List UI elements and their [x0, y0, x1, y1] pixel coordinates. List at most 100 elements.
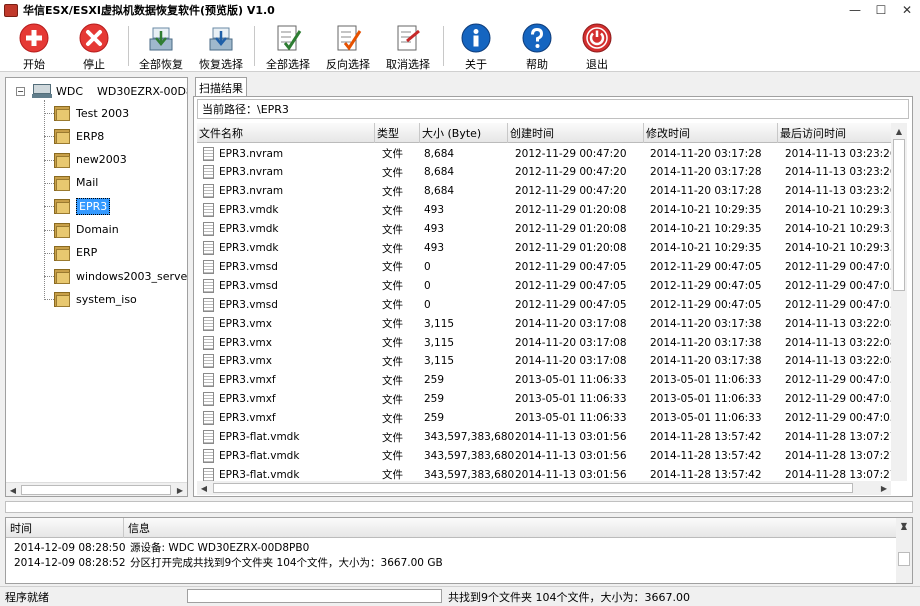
- stop-button[interactable]: 停止: [64, 23, 124, 71]
- hard-disk-icon: [32, 84, 52, 98]
- tree-guide-line: [44, 299, 54, 301]
- file-name-cell: EPR3.vmdk: [197, 239, 375, 258]
- tree-guide-line: [44, 136, 54, 138]
- checklist-icon: [333, 23, 363, 53]
- tree-folder-item[interactable]: system_iso: [54, 289, 137, 309]
- tree-folder-item[interactable]: Domain: [54, 220, 119, 240]
- table-row[interactable]: EPR3.nvram 文件 8,684 2012-11-29 00:47:20 2014…: [197, 182, 891, 201]
- log-time: 2014-12-09 08:28:50: [14, 541, 126, 554]
- collapse-toggle-icon[interactable]: −: [16, 86, 25, 96]
- invert-selection-button[interactable]: 反向选择: [318, 23, 378, 71]
- maximize-button[interactable]: ☐: [868, 0, 894, 20]
- about-button[interactable]: 关于: [446, 23, 506, 71]
- file-created: 2014-11-20 03:17:08: [515, 336, 627, 349]
- column-header-size[interactable]: 大小 (Byte): [420, 123, 508, 143]
- log-column-time[interactable]: 时间: [6, 518, 124, 538]
- scroll-thumb[interactable]: [213, 483, 853, 493]
- file-accessed: 2012-11-29 00:47:05: [785, 298, 891, 311]
- help-button[interactable]: 帮助: [507, 23, 567, 71]
- file-icon: [203, 467, 214, 481]
- tree-folder-label: EPR3: [76, 197, 111, 215]
- log-row[interactable]: 2014-12-09 08:28:52 分区打开完成共找到9个文件夹 104个文件…: [6, 555, 896, 570]
- scroll-right-icon[interactable]: ▶: [877, 481, 891, 495]
- log-row[interactable]: 2014-12-09 08:28:50 源设备: WDC WD30EZRX-00D…: [6, 540, 896, 555]
- tree-folder-item[interactable]: Mail: [54, 173, 98, 193]
- file-list-vertical-scrollbar[interactable]: ▲: [891, 123, 907, 481]
- file-icon: [203, 184, 214, 199]
- stop-label: 停止: [83, 58, 105, 71]
- file-name-cell: EPR3.nvram: [197, 182, 375, 201]
- recover-all-button[interactable]: 全部恢复: [131, 23, 191, 71]
- tree-folder-item[interactable]: new2003: [54, 150, 127, 170]
- minimize-button[interactable]: —: [842, 0, 868, 20]
- file-created: 2014-11-13 03:01:56: [515, 431, 627, 443]
- file-list-horizontal-scrollbar[interactable]: ◀ ▶: [197, 481, 891, 495]
- tree-guide-line: [44, 276, 54, 278]
- table-row[interactable]: EPR3.vmdk 文件 493 2012-11-29 01:20:08 2014-10…: [197, 220, 891, 239]
- close-button[interactable]: ✕: [894, 0, 920, 20]
- file-size: 493: [424, 223, 445, 236]
- scroll-thumb[interactable]: [898, 552, 910, 566]
- tree-folder-item[interactable]: ERP: [54, 243, 97, 263]
- table-row[interactable]: EPR3-flat.vmdk 文件 343,597,383,680 2014-11-1…: [197, 428, 891, 447]
- file-list-grid: 文件名称 类型 大小 (Byte) 创建时间 修改时间 最后访问时间 EPR3.…: [197, 123, 891, 481]
- tab-scan-results[interactable]: 扫描结果: [195, 77, 247, 97]
- tree-folder-label: new2003: [76, 153, 127, 167]
- toolbar-separator: [128, 26, 129, 66]
- tree-folder-item[interactable]: windows2003_server_sp: [54, 266, 187, 286]
- scroll-down-icon[interactable]: ▼: [897, 518, 911, 532]
- table-row[interactable]: EPR3-flat.vmdk 文件 343,597,383,680 2014-11-1…: [197, 446, 891, 465]
- scroll-left-icon[interactable]: ◀: [6, 483, 20, 496]
- column-header-created[interactable]: 创建时间: [508, 123, 644, 143]
- power-icon: [582, 23, 612, 53]
- file-size: 0: [424, 260, 431, 273]
- column-header-accessed[interactable]: 最后访问时间: [778, 123, 891, 143]
- cancel-selection-button[interactable]: 取消选择: [378, 23, 438, 71]
- tree-folder-item[interactable]: EPR3: [54, 196, 111, 216]
- table-row[interactable]: EPR3.vmdk 文件 493 2012-11-29 01:20:08 2014-10…: [197, 201, 891, 220]
- file-icon: [203, 165, 214, 180]
- tree-root-wdc[interactable]: − WDC WD30EZRX-00D8PB0: [16, 81, 187, 101]
- file-accessed: 2012-11-29 00:47:05: [785, 393, 891, 406]
- start-button[interactable]: 开始: [4, 23, 64, 71]
- table-row[interactable]: EPR3.nvram 文件 8,684 2012-11-29 00:47:20 2014…: [197, 144, 891, 163]
- scroll-thumb[interactable]: [21, 485, 171, 495]
- table-row[interactable]: EPR3.vmdk 文件 493 2012-11-29 01:20:08 2014-10…: [197, 239, 891, 258]
- scroll-up-icon[interactable]: ▲: [892, 124, 906, 138]
- table-row[interactable]: EPR3.vmsd 文件 0 2012-11-29 00:47:05 2012-11-2…: [197, 257, 891, 276]
- file-accessed: 2014-11-13 03:22:08: [785, 336, 891, 349]
- tree-folder-item[interactable]: Test 2003: [54, 103, 129, 123]
- exit-button[interactable]: 退出: [567, 23, 627, 71]
- table-row[interactable]: EPR3.vmsd 文件 0 2012-11-29 00:47:05 2012-11-2…: [197, 295, 891, 314]
- tree-horizontal-scrollbar[interactable]: ◀ ▶: [6, 482, 187, 496]
- table-row[interactable]: EPR3.vmx 文件 3,115 2014-11-20 03:17:08 2014-1…: [197, 333, 891, 352]
- current-path-value: \EPR3: [257, 102, 289, 116]
- column-header-name[interactable]: 文件名称: [197, 123, 375, 143]
- select-all-button[interactable]: 全部选择: [258, 23, 318, 71]
- tree-folder-item[interactable]: ERP8: [54, 126, 104, 146]
- scroll-left-icon[interactable]: ◀: [197, 481, 211, 495]
- log-column-info[interactable]: 信息: [124, 518, 896, 538]
- table-row[interactable]: EPR3-flat.vmdk 文件 343,597,383,680 2014-11-1…: [197, 465, 891, 481]
- file-icon: [203, 354, 214, 369]
- file-name: EPR3.vmdk: [219, 223, 279, 236]
- file-modified: 2014-10-21 10:29:35: [650, 223, 762, 236]
- file-created: 2012-11-29 00:47:05: [515, 279, 627, 292]
- log-vertical-scrollbar[interactable]: ▲ ▼: [896, 518, 912, 583]
- table-row[interactable]: EPR3.vmx 文件 3,115 2014-11-20 03:17:08 2014-1…: [197, 352, 891, 371]
- result-tabs: 扫描结果: [193, 77, 913, 97]
- file-name-cell: EPR3.vmdk: [197, 201, 375, 220]
- folder-icon: [54, 197, 70, 215]
- recover-selected-button[interactable]: 恢复选择: [191, 23, 251, 71]
- column-header-modified[interactable]: 修改时间: [644, 123, 778, 143]
- panel-splitter[interactable]: [5, 501, 913, 513]
- scroll-thumb[interactable]: [893, 139, 905, 291]
- table-row[interactable]: EPR3.vmx 文件 3,115 2014-11-20 03:17:08 2014-1…: [197, 314, 891, 333]
- column-header-type[interactable]: 类型: [375, 123, 420, 143]
- scroll-right-icon[interactable]: ▶: [173, 483, 187, 496]
- table-row[interactable]: EPR3.vmxf 文件 259 2013-05-01 11:06:33 2013-05…: [197, 390, 891, 409]
- table-row[interactable]: EPR3.nvram 文件 8,684 2012-11-29 00:47:20 2014…: [197, 163, 891, 182]
- table-row[interactable]: EPR3.vmxf 文件 259 2013-05-01 11:06:33 2013-05…: [197, 371, 891, 390]
- table-row[interactable]: EPR3.vmxf 文件 259 2013-05-01 11:06:33 2013-05…: [197, 409, 891, 428]
- table-row[interactable]: EPR3.vmsd 文件 0 2012-11-29 00:47:05 2012-11-2…: [197, 276, 891, 295]
